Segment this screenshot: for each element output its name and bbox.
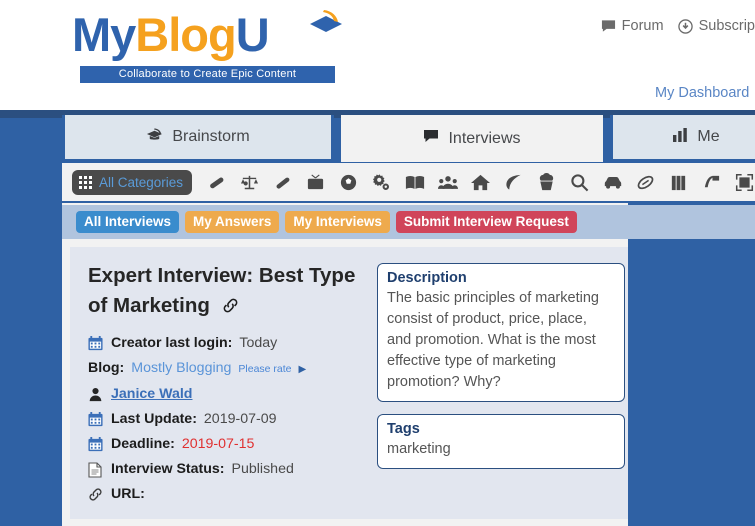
pencil-eraser-icon[interactable] bbox=[266, 167, 299, 197]
bandage-icon[interactable] bbox=[200, 167, 233, 197]
url-row: URL: bbox=[88, 482, 363, 507]
creator-last-login-value: Today bbox=[239, 335, 278, 351]
description-box: Description The basic principles of mark… bbox=[377, 263, 625, 402]
author-link[interactable]: Janice Wald bbox=[111, 382, 192, 407]
users-icon[interactable] bbox=[431, 167, 464, 197]
description-body: The basic principles of marketing consis… bbox=[387, 290, 599, 390]
interview-status-row: Interview Status: Published bbox=[88, 457, 363, 482]
tab-interviews[interactable]: Interviews bbox=[341, 115, 603, 162]
graduation-cap-icon bbox=[146, 127, 163, 147]
tab-metrics[interactable]: Me bbox=[610, 115, 755, 162]
page-root: MyBlogU Collaborate to Create Epic Conte… bbox=[0, 0, 755, 526]
grid-icon bbox=[79, 175, 92, 189]
last-update-row: Last Update: 2019-07-09 bbox=[88, 407, 363, 432]
filter-my-answers[interactable]: My Answers bbox=[185, 211, 280, 233]
link-chain-icon[interactable] bbox=[222, 293, 239, 323]
site-logo[interactable]: MyBlogU Collaborate to Create Epic Conte… bbox=[72, 6, 342, 84]
deadline-label: Deadline: bbox=[111, 436, 175, 452]
tags-body: marketing bbox=[387, 441, 451, 457]
logo-text-blog: Blog bbox=[135, 8, 236, 61]
blog-label: Blog: bbox=[88, 360, 125, 376]
subscriptions-link[interactable]: Subscrip bbox=[677, 18, 755, 34]
logo-tagline: Collaborate to Create Epic Content bbox=[80, 66, 335, 83]
comment-icon bbox=[601, 19, 616, 33]
document-icon bbox=[88, 461, 104, 478]
cupcake-icon[interactable] bbox=[530, 167, 563, 197]
fullscreen-icon[interactable] bbox=[728, 167, 755, 197]
my-dashboard-link[interactable]: My Dashboard bbox=[655, 85, 749, 101]
forum-link[interactable]: Forum bbox=[601, 18, 664, 34]
filter-my-interviews[interactable]: My Interviews bbox=[285, 211, 390, 233]
content-column: All Categories All Interviews My Answers… bbox=[62, 163, 755, 526]
golf-flag-icon[interactable] bbox=[695, 167, 728, 197]
deadline-value: 2019-07-15 bbox=[181, 436, 255, 452]
tab-brainstorm-label: Brainstorm bbox=[172, 128, 250, 145]
user-icon bbox=[88, 387, 104, 402]
deadline-row: Deadline: 2019-07-15 bbox=[88, 432, 363, 457]
please-rate-link[interactable]: Please rate bbox=[238, 357, 291, 382]
search-icon[interactable] bbox=[563, 167, 596, 197]
submit-interview-request-button[interactable]: Submit Interview Request bbox=[395, 211, 577, 233]
interview-title-row: Expert Interview: Best Type of Marketing bbox=[88, 261, 363, 323]
balance-scale-icon[interactable] bbox=[233, 167, 266, 197]
site-header: MyBlogU Collaborate to Create Epic Conte… bbox=[0, 0, 755, 110]
subscriptions-link-label: Subscrip bbox=[698, 18, 755, 34]
bar-chart-icon bbox=[673, 127, 688, 147]
interview-details: Expert Interview: Best Type of Marketing… bbox=[88, 261, 363, 519]
filter-all-interviews[interactable]: All Interviews bbox=[76, 211, 180, 233]
main-tabs: Brainstorm Interviews Me bbox=[0, 115, 755, 163]
link-chain-icon bbox=[88, 487, 104, 502]
football-icon[interactable] bbox=[629, 167, 662, 197]
all-categories-label: All Categories bbox=[99, 174, 184, 190]
interview-status-value: Published bbox=[231, 461, 294, 477]
interview-card: Expert Interview: Best Type of Marketing… bbox=[70, 247, 628, 519]
television-icon[interactable] bbox=[299, 167, 332, 197]
tab-interviews-label: Interviews bbox=[448, 129, 521, 147]
briefcase-icon[interactable] bbox=[662, 167, 695, 197]
calendar-icon bbox=[88, 437, 104, 452]
blog-name-link[interactable]: Mostly Blogging bbox=[131, 356, 231, 381]
calendar-icon bbox=[88, 336, 104, 351]
category-toolbar: All Categories bbox=[62, 163, 755, 203]
logo-wordmark: MyBlogU bbox=[72, 6, 270, 64]
book-icon[interactable] bbox=[398, 167, 431, 197]
forum-link-label: Forum bbox=[621, 18, 664, 34]
logo-text-u: U bbox=[235, 8, 270, 61]
url-label: URL: bbox=[111, 486, 145, 502]
soccer-ball-icon[interactable] bbox=[332, 167, 365, 197]
home-icon[interactable] bbox=[464, 167, 497, 197]
download-circle-icon bbox=[677, 18, 693, 34]
car-icon[interactable] bbox=[596, 167, 629, 197]
last-update-value: 2019-07-09 bbox=[203, 411, 277, 427]
calendar-icon bbox=[88, 412, 104, 427]
creator-last-login-row: Creator last login: Today bbox=[88, 331, 363, 356]
all-categories-button[interactable]: All Categories bbox=[72, 169, 193, 195]
interview-side-panels: Description The basic principles of mark… bbox=[377, 261, 625, 519]
tab-metrics-label: Me bbox=[697, 128, 720, 145]
tags-box: Tags marketing bbox=[377, 414, 625, 469]
caret-right-icon[interactable]: ▶ bbox=[299, 357, 307, 382]
interview-filter-bar: All Interviews My Answers My Interviews … bbox=[62, 205, 755, 239]
tags-title: Tags bbox=[387, 421, 420, 437]
description-title: Description bbox=[387, 270, 467, 286]
leaf-icon[interactable] bbox=[497, 167, 530, 197]
last-update-label: Last Update: bbox=[111, 411, 197, 427]
interview-status-label: Interview Status: bbox=[111, 461, 225, 477]
blog-row: Blog: Mostly Blogging Please rate ▶ bbox=[88, 356, 363, 382]
graduation-cap-icon bbox=[304, 8, 344, 40]
header-top-links: Forum Subscrip bbox=[601, 18, 755, 34]
logo-text-my: My bbox=[72, 8, 136, 61]
creator-last-login-label: Creator last login: bbox=[111, 335, 233, 351]
tab-brainstorm[interactable]: Brainstorm bbox=[62, 115, 334, 162]
author-row: Janice Wald bbox=[88, 382, 363, 407]
gears-icon[interactable] bbox=[365, 167, 398, 197]
comment-icon bbox=[423, 129, 439, 148]
